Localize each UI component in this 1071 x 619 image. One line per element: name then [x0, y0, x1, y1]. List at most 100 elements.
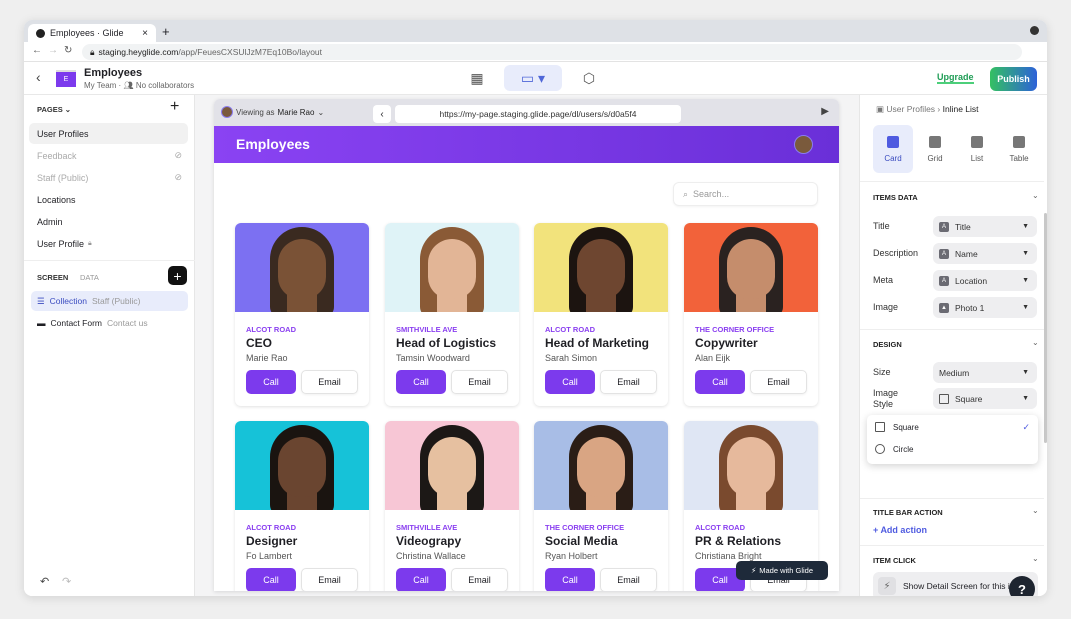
made-with-glide-badge[interactable]: ⚡︎ Made with Glide [736, 561, 828, 580]
employee-card[interactable]: SMITHVILLE AVE Head of Logistics Tamsin Wo… [385, 223, 519, 406]
field-value: Photo 1 [955, 302, 985, 313]
page-item[interactable]: User Profile 🔒︎ [29, 233, 188, 254]
viewing-as-selector[interactable]: Viewing as Marie Rao ⌄ [221, 106, 324, 118]
call-button[interactable]: Call [246, 370, 296, 394]
undo-icon[interactable]: ↶ [40, 575, 49, 588]
checkmark-icon: ✓ [1022, 422, 1030, 432]
close-tab-icon[interactable]: × [142, 28, 148, 39]
pages-header[interactable]: PAGES ⌄ [37, 105, 71, 114]
data-tab[interactable]: DATA [80, 273, 99, 282]
employee-photo [684, 421, 818, 510]
call-button[interactable]: Call [545, 568, 595, 591]
employee-photo [385, 421, 519, 510]
page-item[interactable]: Admin [29, 211, 188, 232]
field-dropdown[interactable]: A Title ▼ [933, 216, 1037, 237]
screen-item[interactable]: ▬ Contact Form Contact us [31, 313, 188, 333]
chevron-down-icon: ⌄ [317, 107, 325, 117]
page-item[interactable]: User Profiles [29, 123, 188, 144]
editor-modes: ▦ ▭ ▾ ⬡ [464, 65, 602, 91]
hidden-eye-icon[interactable]: ⊘ [174, 172, 182, 183]
field-dropdown[interactable]: A Location ▼ [933, 270, 1037, 291]
style-option-grid[interactable]: Grid [915, 125, 955, 173]
call-button[interactable]: Call [695, 370, 745, 394]
style-label: Card [884, 153, 902, 163]
reload-icon[interactable]: ↻ [64, 45, 72, 56]
new-tab-icon[interactable]: + [162, 24, 170, 39]
menu-item-circle[interactable]: Circle [875, 444, 913, 454]
employee-card[interactable]: THE CORNER OFFICE Social Media Ryan Holber… [534, 421, 668, 591]
redo-icon[interactable]: ↷ [62, 575, 71, 588]
add-page-icon[interactable]: + [170, 98, 179, 116]
browser-menu-icon[interactable] [1030, 26, 1039, 35]
email-button[interactable]: Email [600, 568, 657, 591]
email-button[interactable]: Email [451, 370, 508, 394]
help-button[interactable]: ? [1009, 576, 1035, 596]
card-title: PR & Relations [695, 534, 782, 548]
scrollbar[interactable] [1044, 213, 1047, 443]
add-component-button[interactable]: + [168, 266, 187, 285]
forward-arrow-icon[interactable]: → [48, 45, 58, 56]
size-dropdown[interactable]: Medium ▼ [933, 362, 1037, 383]
email-button[interactable]: Email [301, 568, 358, 591]
email-button[interactable]: Email [451, 568, 508, 591]
call-button[interactable]: Call [396, 568, 446, 591]
email-button[interactable]: Email [600, 370, 657, 394]
employee-card[interactable]: THE CORNER OFFICE Copywriter Alan Eijk Call… [684, 223, 818, 406]
card-name: Tamsin Woodward [396, 353, 470, 363]
field-label: Title [873, 221, 890, 231]
back-arrow-icon[interactable]: ← [32, 45, 42, 56]
add-action-button[interactable]: + Add action [873, 525, 927, 535]
photo-face [727, 239, 775, 299]
upgrade-button[interactable]: Upgrade [937, 72, 974, 84]
breadcrumb-current: Inline List [942, 104, 979, 114]
image-style-value: Square [955, 393, 983, 404]
data-editor-table-icon[interactable]: ▦ [464, 65, 490, 91]
preview-back-icon[interactable]: ‹ [373, 105, 391, 123]
email-button[interactable]: Email [301, 370, 358, 394]
employee-card[interactable]: ALCOT ROAD Head of Marketing Sarah Simon Ca… [534, 223, 668, 406]
breadcrumb-parent[interactable]: User Profiles [886, 104, 935, 114]
field-dropdown[interactable]: A Name ▼ [933, 243, 1037, 264]
page-item[interactable]: Locations [29, 189, 188, 210]
caret-down-icon: ▼ [1022, 223, 1029, 230]
page-item[interactable]: Staff (Public) ⊘ [29, 167, 188, 188]
viewing-as-name: Marie Rao [277, 107, 315, 117]
email-button[interactable]: Email [750, 370, 807, 394]
menu-item-square[interactable]: Square [875, 422, 1030, 432]
employee-photo [534, 223, 668, 312]
employee-card[interactable]: ALCOT ROAD CEO Marie Rao Call Email [235, 223, 369, 406]
profile-avatar[interactable] [794, 135, 813, 154]
preview-url[interactable]: https://my-page.staging.glide.page/dl/us… [395, 105, 681, 123]
play-icon[interactable]: ▶ [821, 106, 829, 117]
style-option-list[interactable]: List [957, 125, 997, 173]
chevron-down-icon[interactable]: ⌄ [1032, 191, 1039, 200]
search-input[interactable]: ⌕ Search... [673, 182, 818, 206]
chevron-down-icon[interactable]: ⌄ [1032, 506, 1039, 515]
style-option-card[interactable]: Card [873, 125, 913, 173]
field-dropdown[interactable]: ▲ Photo 1 ▼ [933, 297, 1037, 318]
chevron-down-icon[interactable]: ⌄ [1032, 554, 1039, 563]
employee-card[interactable]: SMITHVILLE AVE Videograpy Christina Wallac… [385, 421, 519, 591]
card-location: ALCOT ROAD [545, 325, 595, 334]
divider [860, 498, 1044, 499]
back-chevron-icon[interactable]: ‹ [36, 69, 41, 85]
call-button[interactable]: Call [396, 370, 446, 394]
image-style-dropdown[interactable]: Square ▼ [933, 388, 1037, 409]
design-header: DESIGN [873, 340, 902, 349]
call-button[interactable]: Call [545, 370, 595, 394]
employee-card[interactable]: ALCOT ROAD Designer Fo Lambert Call Email [235, 421, 369, 591]
browser-tab[interactable]: Employees · Glide × [28, 24, 156, 42]
hidden-eye-icon[interactable]: ⊘ [174, 150, 182, 161]
style-picker: Card Grid List Table [873, 125, 1039, 173]
layout-editor-icon[interactable]: ▭ ▾ [504, 65, 562, 91]
page-item[interactable]: Feedback ⊘ [29, 145, 188, 166]
url-field[interactable]: 🔒︎ staging.heyglide.com/app/FeuesCXSUlJz… [82, 44, 1022, 60]
screen-item[interactable]: ☰ Collection Staff (Public) [31, 291, 188, 311]
chevron-down-icon[interactable]: ⌄ [1032, 338, 1039, 347]
call-button[interactable]: Call [246, 568, 296, 591]
card-name: Christiana Bright [695, 551, 762, 561]
publish-button[interactable]: Publish [990, 67, 1037, 91]
style-option-table[interactable]: Table [999, 125, 1039, 173]
settings-hexagon-icon[interactable]: ⬡ [576, 65, 602, 91]
screen-tab[interactable]: SCREEN [37, 273, 68, 282]
